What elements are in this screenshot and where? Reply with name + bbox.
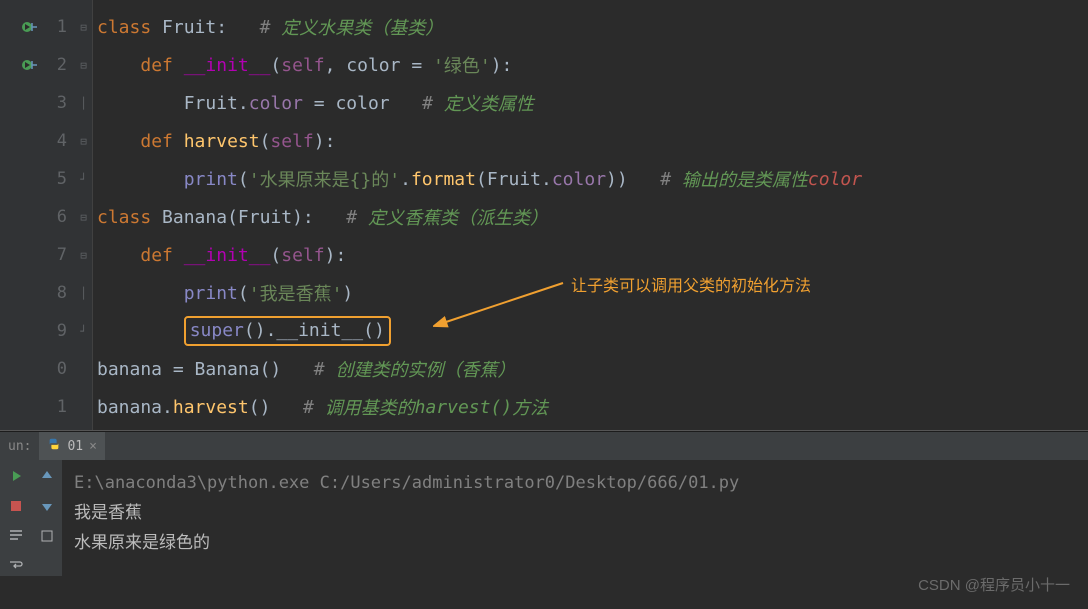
fold-toggle[interactable]: ⊟: [75, 46, 92, 84]
run-tabs-bar: un: 01 ×: [0, 432, 1088, 460]
fold-toggle[interactable]: ⊟: [75, 8, 92, 46]
fold-toggle[interactable]: ⊟: [75, 236, 92, 274]
up-button[interactable]: [37, 466, 57, 486]
down-button[interactable]: [37, 496, 57, 516]
code-body[interactable]: class Fruit: # 定义水果类（基类） def __init__(se…: [93, 0, 1088, 430]
gutter-line: 1: [0, 388, 75, 426]
filter-button[interactable]: [37, 526, 57, 546]
code-line: banana.harvest() # 调用基类的harvest()方法: [97, 388, 1088, 426]
gutter-line: 2: [0, 46, 75, 84]
code-line: def __init__(self):: [97, 236, 1088, 274]
highlighted-code: super().__init__(): [184, 316, 391, 346]
fold-end: ┘: [75, 160, 92, 198]
code-editor[interactable]: 1 2 3 4 5 6 7 8 9 0 1 ⊟ ⊟ │ ⊟ ┘ ⊟ ⊟ │ ┘ …: [0, 0, 1088, 430]
gutter-line: 9: [0, 312, 75, 350]
scroll-button[interactable]: [6, 526, 26, 546]
gutter-line: 0: [0, 350, 75, 388]
code-line: banana = Banana() # 创建类的实例（香蕉）: [97, 350, 1088, 388]
run-label: un:: [0, 439, 39, 454]
close-tab-icon[interactable]: ×: [89, 439, 97, 454]
fold-column: ⊟ ⊟ │ ⊟ ┘ ⊟ ⊟ │ ┘: [75, 0, 93, 430]
code-line: def __init__(self, color = '绿色'):: [97, 46, 1088, 84]
code-line: Fruit.color = color # 定义类属性: [97, 84, 1088, 122]
run-panel: un: 01 × E:\anaconda3\python.exe C:/User…: [0, 432, 1088, 576]
annotation-text: 让子类可以调用父类的初始化方法: [571, 272, 811, 296]
fold-end: ┘: [75, 312, 92, 350]
gutter-line: 5: [0, 160, 75, 198]
watermark: CSDN @程序员小十一: [918, 574, 1070, 595]
line-gutter: 1 2 3 4 5 6 7 8 9 0 1: [0, 0, 75, 430]
fold-guide: │: [75, 274, 92, 312]
fold-guide: │: [75, 84, 92, 122]
run-method-icon[interactable]: [22, 57, 38, 73]
python-icon: [47, 437, 61, 455]
fold-toggle[interactable]: ⊟: [75, 122, 92, 160]
gutter-line: 1: [0, 8, 75, 46]
code-line: def harvest(self):: [97, 122, 1088, 160]
rerun-button[interactable]: [6, 466, 26, 486]
soft-wrap-button[interactable]: [6, 556, 26, 576]
gutter-line: 4: [0, 122, 75, 160]
console-line: 我是香蕉: [74, 498, 1076, 528]
stop-button[interactable]: [6, 496, 26, 516]
fold-toggle[interactable]: ⊟: [75, 198, 92, 236]
code-line: print('水果原来是{}的'.format(Fruit.color)) # …: [97, 160, 1088, 198]
code-line: class Fruit: # 定义水果类（基类）: [97, 8, 1088, 46]
run-class-icon[interactable]: [22, 19, 38, 35]
gutter-line: 8: [0, 274, 75, 312]
gutter-line: 7: [0, 236, 75, 274]
console-output[interactable]: E:\anaconda3\python.exe C:/Users/adminis…: [62, 460, 1088, 576]
gutter-line: 6: [0, 198, 75, 236]
code-line: super().__init__(): [97, 312, 1088, 350]
run-toolbar: [0, 460, 32, 576]
code-line: class Banana(Fruit): # 定义香蕉类（派生类）: [97, 198, 1088, 236]
gutter-line: 3: [0, 84, 75, 122]
run-tab[interactable]: 01 ×: [39, 432, 104, 460]
run-tab-name: 01: [67, 439, 83, 454]
console-line: 水果原来是绿色的: [74, 528, 1076, 558]
run-toolbar-2: [32, 460, 62, 576]
console-command: E:\anaconda3\python.exe C:/Users/adminis…: [74, 468, 1076, 498]
